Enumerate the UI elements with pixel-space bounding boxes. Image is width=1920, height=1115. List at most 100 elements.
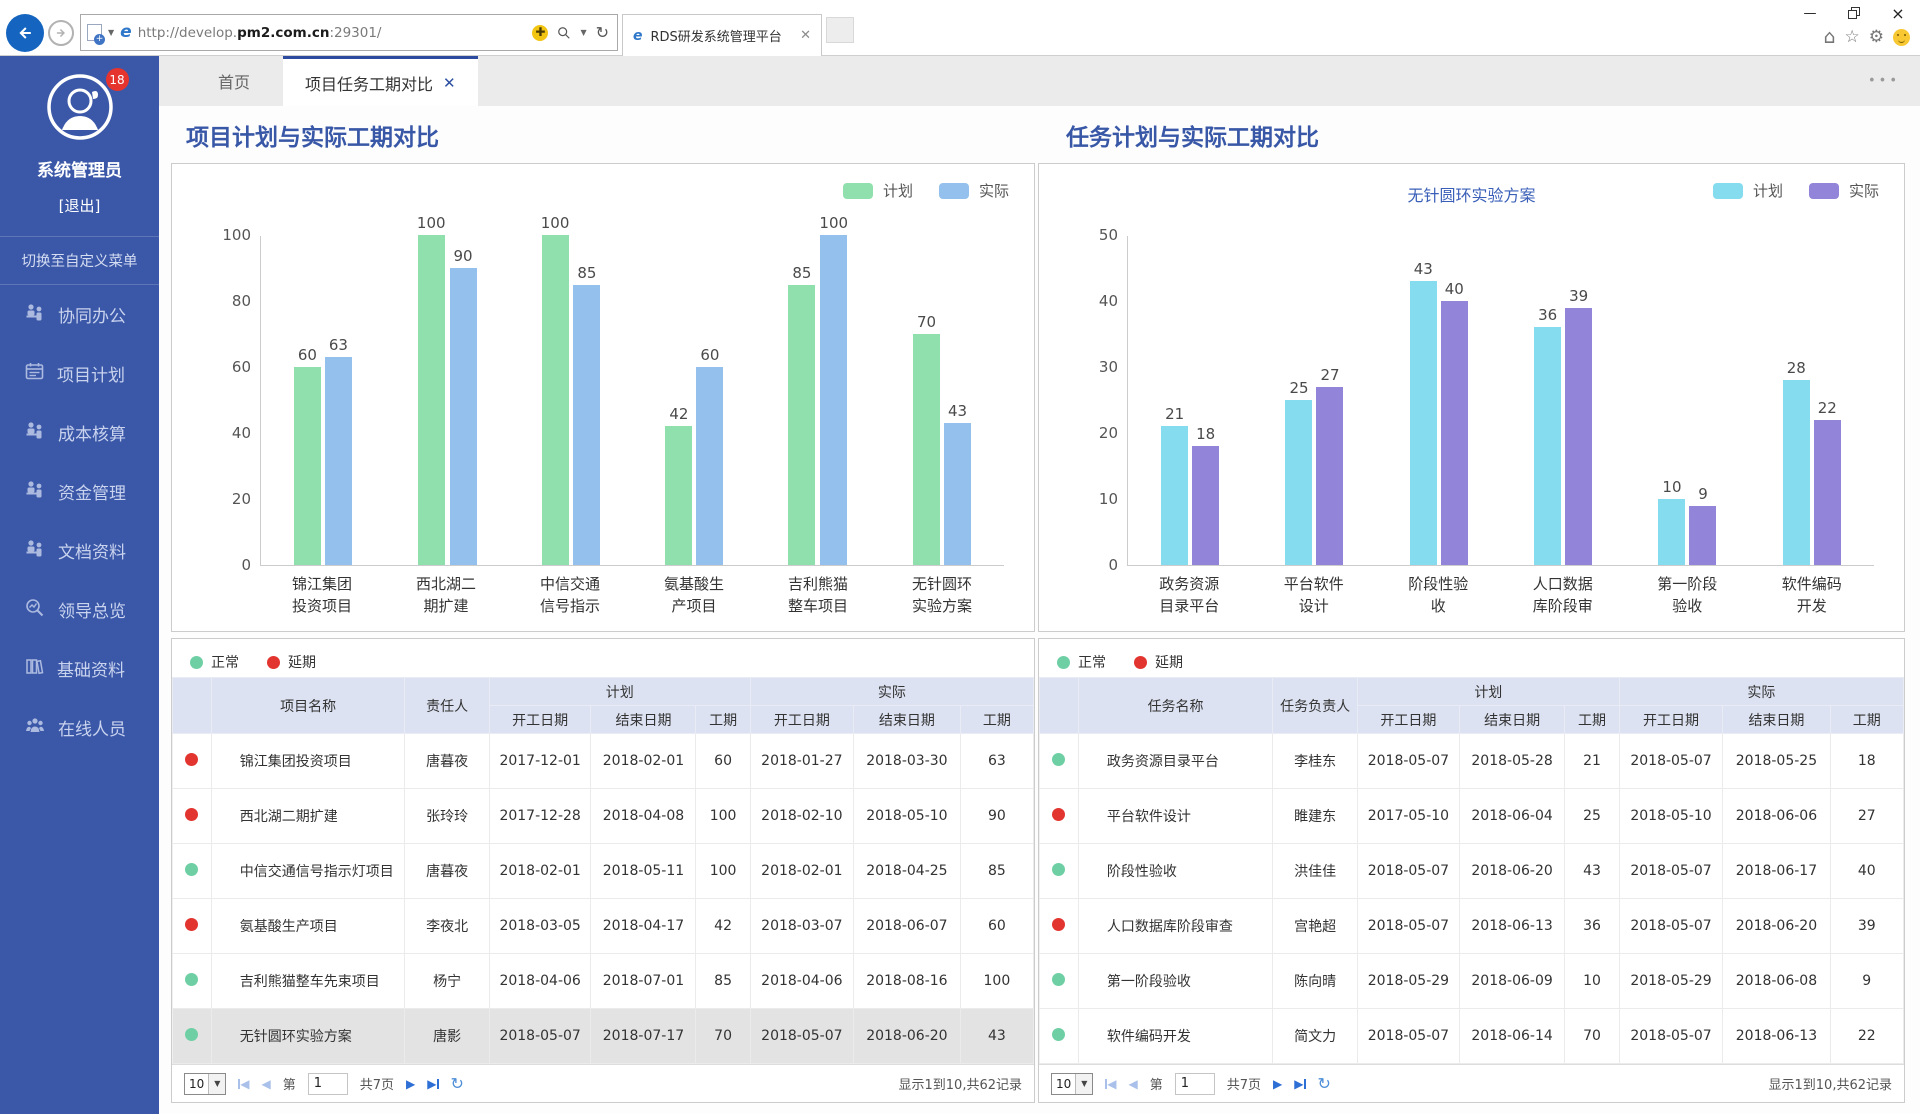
status-legend-label: 延期 xyxy=(1155,652,1183,672)
address-bar[interactable]: ▼ e http://develop.pm2.com.cn:29301/ ✚ ▼… xyxy=(80,14,618,51)
cell-actual: 2018-06-20 xyxy=(854,1009,961,1064)
bar-计划[interactable] xyxy=(665,426,692,565)
bar-实际[interactable] xyxy=(1316,387,1343,565)
settings-gear-icon[interactable]: ⚙ xyxy=(1869,29,1884,46)
table-refresh-icon[interactable]: ↻ xyxy=(1318,1074,1331,1093)
tab-overflow-menu[interactable]: ••• xyxy=(1868,74,1900,89)
sidebar-item-基础资料[interactable]: 基础资料 xyxy=(0,639,159,698)
bar-计划[interactable] xyxy=(1161,426,1188,565)
url-text[interactable]: http://develop.pm2.com.cn:29301/ xyxy=(138,25,527,41)
browser-tab[interactable]: e RDS研发系统管理平台 ✕ xyxy=(622,14,822,56)
cell-name: 吉利熊猫整车先束项目 xyxy=(211,954,405,1009)
table-row[interactable]: 锦江集团投资项目唐暮夜2017-12-012018-02-01602018-01… xyxy=(173,734,1034,789)
refresh-icon[interactable]: ↻ xyxy=(596,23,609,42)
table-row[interactable]: 阶段性验收洪佳佳2018-05-072018-06-20432018-05-07… xyxy=(1040,844,1904,899)
window-minimize-button[interactable]: — xyxy=(1788,0,1832,26)
legend-item-计划[interactable]: 计划 xyxy=(1713,180,1783,201)
status-legend-延期: 延期 xyxy=(267,652,316,672)
next-page-button[interactable]: ▶ xyxy=(1273,1077,1282,1091)
bar-计划[interactable] xyxy=(418,235,445,565)
cell-status xyxy=(1040,789,1079,844)
bar-实际[interactable] xyxy=(944,423,971,565)
bar-计划[interactable] xyxy=(294,367,321,565)
last-page-button[interactable]: ▶ xyxy=(427,1077,438,1091)
table-row[interactable]: 无针圆环实验方案唐影2018-05-072018-07-17702018-05-… xyxy=(173,1009,1034,1064)
new-tab-button[interactable] xyxy=(826,17,854,43)
tab-close-icon[interactable]: ✕ xyxy=(443,74,456,92)
cell-actual: 2018-05-10 xyxy=(1619,789,1723,844)
search-icon[interactable] xyxy=(557,26,571,40)
table-row[interactable]: 平台软件设计睢建东2017-05-102018-06-04252018-05-1… xyxy=(1040,789,1904,844)
header-actual-group: 实际 xyxy=(1619,678,1903,706)
cell-owner: 李夜北 xyxy=(405,899,489,954)
table-row[interactable]: 第一阶段验收陈向晴2018-05-292018-06-09102018-05-2… xyxy=(1040,954,1904,1009)
bar-实际[interactable] xyxy=(1192,446,1219,565)
legend-item-实际[interactable]: 实际 xyxy=(1809,180,1879,201)
browser-tab-close-icon[interactable]: ✕ xyxy=(800,28,811,43)
bar-value-label: 25 xyxy=(1289,379,1308,397)
switch-menu-link[interactable]: 切换至自定义菜单 xyxy=(0,237,159,285)
table-row[interactable]: 吉利熊猫整车先束项目杨宁2018-04-062018-07-01852018-0… xyxy=(173,954,1034,1009)
legend-item-计划[interactable]: 计划 xyxy=(843,180,913,201)
window-restore-button[interactable] xyxy=(1832,0,1876,26)
bar-实际[interactable] xyxy=(1814,420,1841,565)
first-page-button[interactable]: ◀ xyxy=(1105,1077,1116,1091)
sidebar-item-在线人员[interactable]: 在线人员 xyxy=(0,698,159,757)
table-row[interactable]: 人口数据库阶段审查宫艳超2018-05-072018-06-13362018-0… xyxy=(1040,899,1904,954)
prev-page-button[interactable]: ◀ xyxy=(262,1077,271,1091)
bar-计划[interactable] xyxy=(1658,499,1685,565)
bar-实际[interactable] xyxy=(1441,301,1468,565)
table-row[interactable]: 中信交通信号指示灯项目唐暮夜2018-02-012018-05-11100201… xyxy=(173,844,1034,899)
sidebar-item-成本核算[interactable]: 成本核算 xyxy=(0,403,159,462)
table-row[interactable]: 软件编码开发简文力2018-05-072018-06-14702018-05-0… xyxy=(1040,1009,1904,1064)
search-dropdown-icon[interactable]: ▼ xyxy=(580,28,586,37)
forward-arrow-icon xyxy=(54,26,68,40)
sidebar-item-领导总览[interactable]: 领导总览 xyxy=(0,580,159,639)
ie-favicon: e xyxy=(633,29,643,43)
bar-实际[interactable] xyxy=(325,357,352,565)
prev-page-button[interactable]: ◀ xyxy=(1129,1077,1138,1091)
window-close-button[interactable]: × xyxy=(1876,0,1920,26)
table-row[interactable]: 氨基酸生产项目李夜北2018-03-052018-04-17422018-03-… xyxy=(173,899,1034,954)
browser-forward-button[interactable] xyxy=(48,20,74,46)
bar-实际[interactable] xyxy=(696,367,723,565)
bar-计划[interactable] xyxy=(1410,281,1437,565)
bar-实际[interactable] xyxy=(1565,308,1592,565)
bar-计划[interactable] xyxy=(788,285,815,566)
tab-project-task-duration[interactable]: 项目任务工期对比 ✕ xyxy=(283,56,478,106)
bar-实际[interactable] xyxy=(450,268,477,565)
sidebar-item-项目计划[interactable]: 项目计划 xyxy=(0,344,159,403)
last-page-button[interactable]: ▶ xyxy=(1294,1077,1305,1091)
bar-计划[interactable] xyxy=(1285,400,1312,565)
page-input[interactable] xyxy=(1175,1073,1215,1095)
home-icon[interactable]: ⌂ xyxy=(1823,28,1835,47)
page-size-select[interactable]: 10▼ xyxy=(1051,1073,1093,1095)
compatibility-view-icon[interactable]: ✚ xyxy=(532,25,548,41)
first-page-button[interactable]: ◀ xyxy=(238,1077,249,1091)
sidebar-item-资金管理[interactable]: 资金管理 xyxy=(0,462,159,521)
sidebar-item-文档资料[interactable]: 文档资料 xyxy=(0,521,159,580)
legend-item-实际[interactable]: 实际 xyxy=(939,180,1009,201)
address-dropdown-icon[interactable]: ▼ xyxy=(108,28,114,37)
bar-计划[interactable] xyxy=(1783,380,1810,565)
favorites-star-icon[interactable]: ☆ xyxy=(1845,29,1860,46)
table-row[interactable]: 政务资源目录平台李桂东2018-05-072018-05-28212018-05… xyxy=(1040,734,1904,789)
next-page-button[interactable]: ▶ xyxy=(406,1077,415,1091)
page-size-select[interactable]: 10▼ xyxy=(184,1073,226,1095)
browser-back-button[interactable] xyxy=(6,14,44,52)
bar-实际[interactable] xyxy=(820,235,847,565)
table-row[interactable]: 西北湖二期扩建张玲玲2017-12-282018-04-081002018-02… xyxy=(173,789,1034,844)
page-input[interactable] xyxy=(308,1073,348,1095)
site-page-icon[interactable] xyxy=(87,24,102,41)
bar-计划[interactable] xyxy=(1534,327,1561,565)
bar-实际[interactable] xyxy=(573,285,600,566)
bar-实际[interactable] xyxy=(1689,506,1716,565)
logout-link[interactable]: [退出] xyxy=(0,195,159,216)
tab-home[interactable]: 首页 xyxy=(185,56,283,106)
bar-计划[interactable] xyxy=(542,235,569,565)
bar-计划[interactable] xyxy=(913,334,940,565)
sidebar-item-协同办公[interactable]: 协同办公 xyxy=(0,285,159,344)
bar-group-西北湖二期扩建: 10090 xyxy=(385,236,509,565)
table-refresh-icon[interactable]: ↻ xyxy=(451,1074,464,1093)
feedback-smiley-icon[interactable] xyxy=(1893,29,1910,46)
